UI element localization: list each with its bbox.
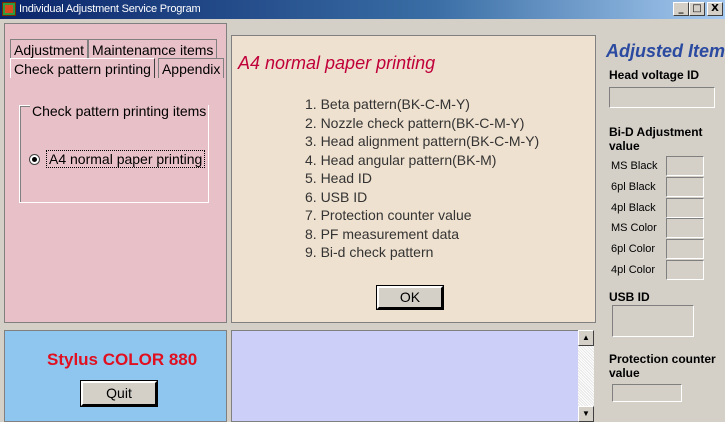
pattern-item: 6. USB ID [305,188,368,205]
model-name: Stylus COLOR 880 [47,350,198,369]
bid-row-label: 6pl Black [611,181,656,193]
tab-appendix[interactable]: Appendix [157,58,225,78]
bid-row-label: 4pl Color [611,264,656,276]
pattern-item: 8. PF measurement data [305,225,460,242]
pattern-item: 5. Head ID [305,170,372,186]
tab-row-1: Adjustment Maintenamce items [10,39,218,59]
tab-maintenance-items[interactable]: Maintenamce items [88,39,218,59]
close-button[interactable]: X [707,2,723,16]
center-title: A4 normal paper printing [238,53,436,73]
bid-row-label: 4pl Black [611,202,656,214]
minimize-button[interactable]: _ [673,2,689,16]
tab-adjustment[interactable]: Adjustment [10,39,89,59]
radio-button[interactable] [29,153,40,165]
pattern-item: 9. Bi-d check pattern [305,244,434,260]
maximize-button[interactable]: □ [689,2,705,16]
title-bar: Individual Adjustment Service Program _ … [0,0,725,19]
tab-row-2: Check pattern printing Appendix [10,58,225,78]
bid-row-label: 6pl Color [611,243,656,255]
bid-adjustment-label: Bi-D Adjustment [609,125,703,139]
bid-row-label: MS Black [611,160,658,172]
head-voltage-field [609,87,715,108]
check-pattern-group-title: Check pattern printing items [30,103,209,119]
radio-selected-dot [32,156,37,162]
app-icon [2,2,16,16]
protection-value-label: value [609,366,640,380]
protection-counter-label: Protection counter [609,352,716,366]
scroll-up-icon[interactable]: ▲ [578,330,594,346]
bid-row-label: MS Color [611,222,657,234]
ok-button[interactable]: OK [377,286,443,309]
pattern-item: 4. Head angular pattern(BK-M) [305,151,497,168]
bid-value-field [666,239,704,259]
bid-value-field [666,198,704,218]
bid-value-field [666,177,704,197]
scroll-down-icon[interactable]: ▼ [578,406,594,422]
window-title: Individual Adjustment Service Program [19,3,201,15]
quit-button[interactable]: Quit [81,381,157,406]
protection-counter-field [612,384,682,402]
pattern-item: 7. Protection counter value [305,207,472,223]
pattern-item: 3. Head alignment pattern(BK-C-M-Y) [305,133,540,149]
tab-check-pattern-printing[interactable]: Check pattern printing [10,58,155,78]
bid-value-field [666,156,704,176]
pattern-list: 1. Beta pattern(BK-C-M-Y) 2. Nozzle chec… [305,95,539,262]
head-voltage-label: Head voltage ID [609,68,700,82]
usb-id-label: USB ID [609,290,650,304]
usb-id-field [612,305,694,337]
window-controls: _ □ X [673,2,723,16]
bid-value-label: value [609,139,640,153]
model-panel [4,330,227,422]
log-textarea[interactable] [231,330,594,422]
pattern-item: 1. Beta pattern(BK-C-M-Y) [305,96,470,112]
pattern-item: 2. Nozzle check pattern(BK-C-M-Y) [305,114,525,131]
bid-value-field [666,218,704,238]
a4-normal-paper-option-label: A4 normal paper printing [46,150,206,168]
a4-normal-paper-option[interactable]: A4 normal paper printing [29,150,206,168]
bid-value-field [666,260,704,280]
adjusted-item-title: Adjusted Item [606,41,725,61]
